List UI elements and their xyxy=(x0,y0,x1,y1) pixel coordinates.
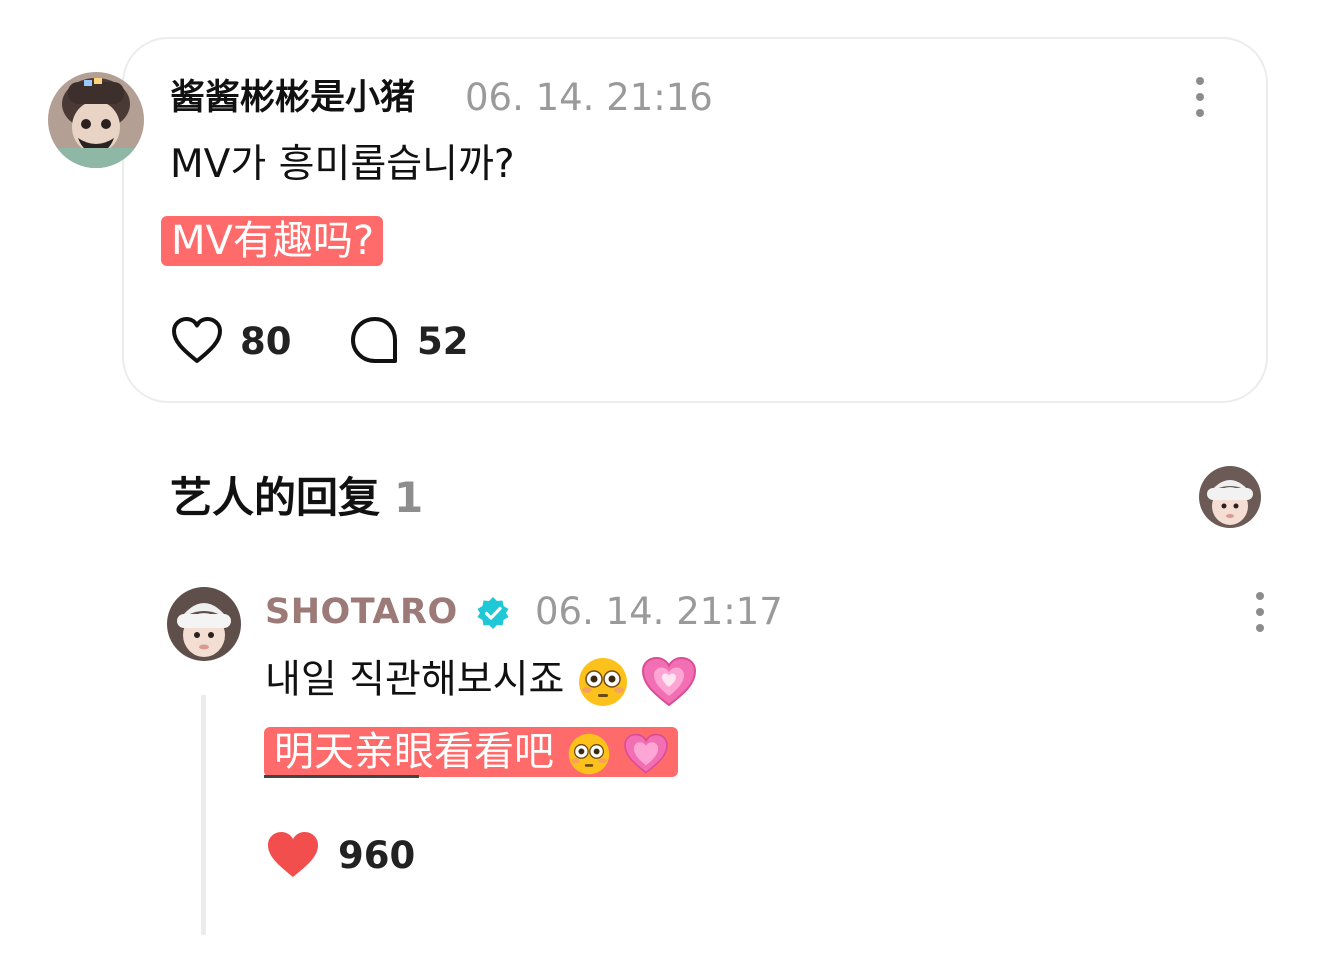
growing-heart-emoji xyxy=(642,656,697,707)
artist-avatar[interactable] xyxy=(167,587,241,661)
speech-bubble-icon xyxy=(351,317,397,363)
more-options-icon[interactable] xyxy=(1194,77,1206,117)
artist-username[interactable]: SHOTARO xyxy=(265,592,458,632)
translation-underline xyxy=(264,775,419,778)
comment-timestamp: 06. 14. 21:16 xyxy=(465,76,713,119)
heart-outline-icon xyxy=(172,317,222,363)
flushed-face-emoji-small xyxy=(568,733,610,775)
reply-translation: 明天亲眼看看吧 xyxy=(264,727,679,777)
artist-replies-title: 艺人的回复 1 xyxy=(170,470,423,526)
reply-like-count: 960 xyxy=(338,833,416,877)
like-button[interactable]: 80 xyxy=(170,312,292,370)
verified-badge-icon xyxy=(477,597,509,629)
commenter-username[interactable]: 酱酱彬彬是小猪 xyxy=(170,78,415,118)
reply-text: 내일 직관해보시죠 xyxy=(265,656,697,708)
thread-line xyxy=(201,695,206,935)
reply-text-content: 내일 직관해보시죠 xyxy=(265,657,565,703)
artist-replies-label: 艺人的回复 xyxy=(170,473,381,522)
reply-count: 52 xyxy=(417,319,469,363)
artist-replies-count: 1 xyxy=(394,473,424,522)
flushed-face-emoji xyxy=(578,658,627,706)
artist-avatar-small[interactable] xyxy=(1199,466,1261,528)
reply-timestamp: 06. 14. 21:17 xyxy=(535,590,783,633)
heart-filled-icon xyxy=(268,832,318,877)
reply-like-button[interactable]: 960 xyxy=(266,826,415,884)
comment-translation: MV有趣吗? xyxy=(161,216,384,266)
comment-text: MV가 흥미롭습니까? xyxy=(170,142,515,187)
artist-reply-screen: 酱酱彬彬是小猪 06. 14. 21:16 MV가 흥미롭습니까? MV有趣吗?… xyxy=(0,0,1320,953)
reply-translation-text: 明天亲眼看看吧 xyxy=(274,729,554,775)
growing-heart-emoji-small xyxy=(624,733,669,774)
reply-count-button[interactable]: 52 xyxy=(349,312,469,370)
like-count: 80 xyxy=(240,319,292,363)
commenter-avatar[interactable] xyxy=(48,72,144,168)
reply-more-options-icon[interactable] xyxy=(1254,592,1266,632)
